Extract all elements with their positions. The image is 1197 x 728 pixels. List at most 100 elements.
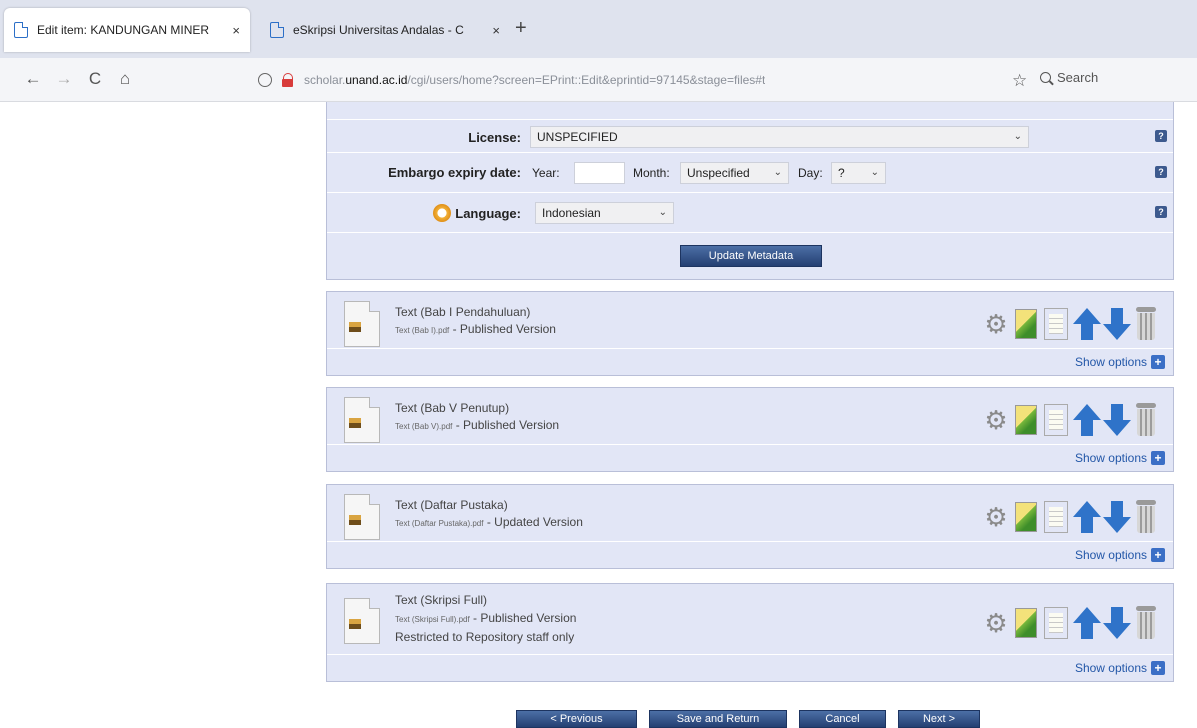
trash-icon[interactable] (1133, 307, 1159, 341)
move-down-icon[interactable] (1103, 307, 1131, 341)
show-options-link[interactable]: Show options + (1075, 661, 1165, 675)
restriction-note: Restricted to Repository staff only (395, 630, 575, 644)
day-label: Day: (798, 166, 823, 180)
month-label: Month: (633, 166, 670, 180)
cancel-button[interactable]: Cancel (799, 710, 886, 728)
edit-icon[interactable] (1013, 606, 1039, 640)
tab-title: Edit item: KANDUNGAN MINER (37, 23, 210, 37)
help-icon[interactable]: ? (1155, 130, 1167, 142)
reload-button[interactable]: C (84, 68, 106, 90)
show-options-link[interactable]: Show options + (1075, 451, 1165, 465)
chevron-down-icon: ⌄ (658, 207, 667, 218)
document-icon (14, 22, 28, 38)
file-item: Text (Bab I Pendahuluan) Text (Bab I).pd… (326, 291, 1174, 376)
file-title: Text (Daftar Pustaka) (395, 498, 508, 512)
file-link[interactable]: Text (Daftar Pustaka).pdf (395, 519, 483, 528)
move-down-icon[interactable] (1103, 606, 1131, 640)
move-up-icon[interactable] (1073, 403, 1101, 437)
bookmark-star-icon[interactable]: ☆ (1012, 71, 1027, 91)
tracking-shield-icon[interactable] (258, 73, 272, 87)
help-icon[interactable]: ? (1155, 166, 1167, 178)
move-down-icon[interactable] (1103, 500, 1131, 534)
browser-toolbar: ← → C ⌂ scholar.unand.ac.id/cgi/users/ho… (0, 58, 1197, 102)
show-options-link[interactable]: Show options + (1075, 548, 1165, 562)
language-label-wrap: Language: (433, 204, 521, 222)
license-label: License: (468, 130, 521, 145)
move-up-icon[interactable] (1073, 307, 1101, 341)
show-options-link[interactable]: Show options + (1075, 355, 1165, 369)
update-metadata-button[interactable]: Update Metadata (680, 245, 822, 267)
file-title: Text (Bab V Penutup) (395, 401, 510, 415)
close-tab-icon[interactable]: × (492, 23, 500, 38)
pdf-file-icon (344, 397, 380, 443)
embargo-row: Embargo expiry date: Year: Month: Unspec… (327, 153, 1173, 193)
previous-button[interactable]: < Previous (516, 710, 637, 728)
file-subtitle: Text (Bab I).pdf - Published Version (395, 322, 556, 336)
file-actions: ⚙ (983, 606, 1159, 640)
forward-button[interactable]: → (53, 68, 75, 90)
back-button[interactable]: ← (22, 68, 44, 90)
next-button[interactable]: Next > (898, 710, 980, 728)
search-box[interactable]: Search (1040, 70, 1098, 85)
trash-icon[interactable] (1133, 500, 1159, 534)
gears-icon[interactable]: ⚙ (983, 403, 1009, 437)
gears-icon[interactable]: ⚙ (983, 500, 1009, 534)
required-star-icon (433, 204, 452, 222)
day-select[interactable]: ? ⌄ (831, 162, 886, 184)
chevron-down-icon: ⌄ (870, 167, 879, 178)
save-and-return-button[interactable]: Save and Return (649, 710, 787, 728)
text-document-icon[interactable] (1043, 606, 1069, 640)
home-button[interactable]: ⌂ (114, 68, 136, 90)
pdf-file-icon (344, 598, 380, 644)
move-up-icon[interactable] (1073, 606, 1101, 640)
language-row: Language: Indonesian ⌄ ? (327, 193, 1173, 233)
chevron-down-icon: ⌄ (773, 167, 782, 178)
gears-icon[interactable]: ⚙ (983, 606, 1009, 640)
language-select[interactable]: Indonesian ⌄ (535, 202, 674, 224)
license-row: License: UNSPECIFIED ⌄ ? (327, 120, 1173, 153)
close-tab-icon[interactable]: × (232, 23, 240, 38)
file-item: Text (Skripsi Full) Text (Skripsi Full).… (326, 583, 1174, 682)
edit-icon[interactable] (1013, 403, 1039, 437)
file-item: Text (Bab V Penutup) Text (Bab V).pdf - … (326, 387, 1174, 472)
file-actions: ⚙ (983, 403, 1159, 437)
insecure-lock-icon[interactable] (282, 73, 294, 87)
tab-edit-item[interactable]: Edit item: KANDUNGAN MINER × (4, 8, 250, 52)
license-select[interactable]: UNSPECIFIED ⌄ (530, 126, 1029, 148)
pdf-file-icon (344, 301, 380, 347)
file-link[interactable]: Text (Bab V).pdf (395, 422, 452, 431)
move-up-icon[interactable] (1073, 500, 1101, 534)
year-label: Year: (532, 166, 560, 180)
file-item: Text (Daftar Pustaka) Text (Daftar Pusta… (326, 484, 1174, 569)
help-icon[interactable]: ? (1155, 206, 1167, 218)
gears-icon[interactable]: ⚙ (983, 307, 1009, 341)
address-bar[interactable]: scholar.unand.ac.id/cgi/users/home?scree… (244, 65, 934, 95)
search-icon (1040, 72, 1051, 83)
plus-icon: + (1151, 548, 1165, 562)
trash-icon[interactable] (1133, 403, 1159, 437)
edit-icon[interactable] (1013, 500, 1039, 534)
tab-title: eSkripsi Universitas Andalas - C (293, 23, 464, 37)
edit-icon[interactable] (1013, 307, 1039, 341)
file-subtitle: Text (Skripsi Full).pdf - Published Vers… (395, 611, 577, 625)
text-document-icon[interactable] (1043, 500, 1069, 534)
plus-icon: + (1151, 355, 1165, 369)
file-link[interactable]: Text (Bab I).pdf (395, 326, 449, 335)
new-tab-button[interactable]: + (515, 18, 527, 38)
embargo-label: Embargo expiry date: (388, 165, 521, 180)
year-input[interactable] (574, 162, 625, 184)
browser-tab-bar: Edit item: KANDUNGAN MINER × eSkripsi Un… (0, 0, 1197, 58)
file-actions: ⚙ (983, 307, 1159, 341)
trash-icon[interactable] (1133, 606, 1159, 640)
pdf-file-icon (344, 494, 380, 540)
move-down-icon[interactable] (1103, 403, 1131, 437)
month-select[interactable]: Unspecified ⌄ (680, 162, 789, 184)
file-subtitle: Text (Daftar Pustaka).pdf - Updated Vers… (395, 515, 583, 529)
tab-eskripsi[interactable]: eSkripsi Universitas Andalas - C × (260, 8, 510, 52)
file-title: Text (Skripsi Full) (395, 593, 488, 607)
plus-icon: + (1151, 661, 1165, 675)
url-text[interactable]: scholar.unand.ac.id/cgi/users/home?scree… (304, 73, 765, 87)
file-link[interactable]: Text (Skripsi Full).pdf (395, 615, 470, 624)
text-document-icon[interactable] (1043, 403, 1069, 437)
text-document-icon[interactable] (1043, 307, 1069, 341)
